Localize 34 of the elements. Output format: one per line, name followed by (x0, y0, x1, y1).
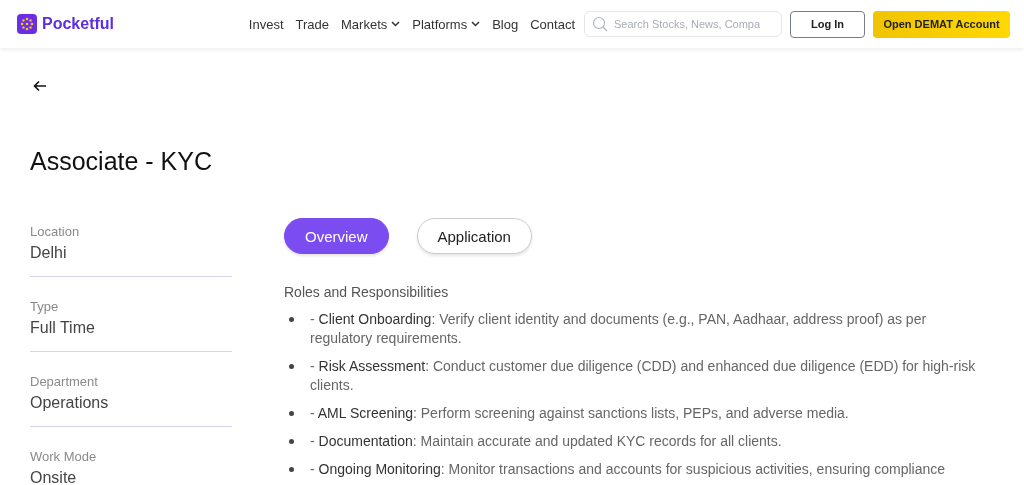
bullet-icon (289, 364, 294, 369)
detail-value: Onsite (30, 469, 78, 485)
nav-link[interactable]: Markets (341, 16, 401, 32)
back-arrow-icon[interactable] (33, 80, 47, 92)
detail-label: Work Mode (30, 449, 98, 464)
list-item-text: - Documentation: Maintain accurate and updated KYC records for all clients. (310, 432, 782, 451)
nav-link[interactable]: Blog (492, 16, 519, 32)
detail-label: Location (30, 224, 81, 239)
open-account-button[interactable]: Open DEMAT Account (873, 10, 1010, 38)
detail-value: Delhi (30, 244, 68, 262)
bullet-icon (289, 439, 294, 444)
section-heading: Roles and Responsibilities (284, 284, 450, 300)
bullet-icon (289, 467, 294, 472)
detail-label: Type (30, 299, 60, 314)
nav-link[interactable]: Contact (530, 16, 575, 32)
tab[interactable]: Application (416, 218, 532, 254)
list-item-text: - Risk Assessment: Conduct customer due diligence (CDD) and enhanced due diligence (EDD) for high-risk clients. (310, 357, 977, 395)
logo-text[interactable]: Pocketful (42, 15, 114, 33)
nav-link[interactable]: Invest (248, 16, 284, 32)
detail-value: Full Time (30, 319, 96, 337)
detail-value: Operations (30, 394, 110, 412)
list-item-text: - Client Onboarding: Verify client identity and documents (e.g., PAN, Aadhaar, address proof) as per regulatory requirements. (310, 310, 928, 348)
job-title: Associate - KYC (30, 147, 213, 176)
bullet-icon (289, 411, 294, 416)
nav-link[interactable]: Platforms (412, 16, 481, 32)
tab[interactable]: Overview (284, 218, 389, 254)
nav-link[interactable]: Trade (295, 16, 329, 32)
bullet-icon (289, 317, 294, 322)
list-item-text: - Ongoing Monitoring: Monitor transactions and accounts for suspicious activities, ensuring compliance (310, 460, 945, 479)
detail-label: Department (30, 374, 99, 389)
search-field[interactable]: Search Stocks, News, Compa (584, 11, 782, 37)
list-item-text: - AML Screening: Perform screening against sanctions lists, PEPs, and adverse media. (310, 404, 849, 423)
login-button[interactable]: Log In (790, 10, 865, 38)
logo-icon[interactable] (17, 14, 37, 34)
